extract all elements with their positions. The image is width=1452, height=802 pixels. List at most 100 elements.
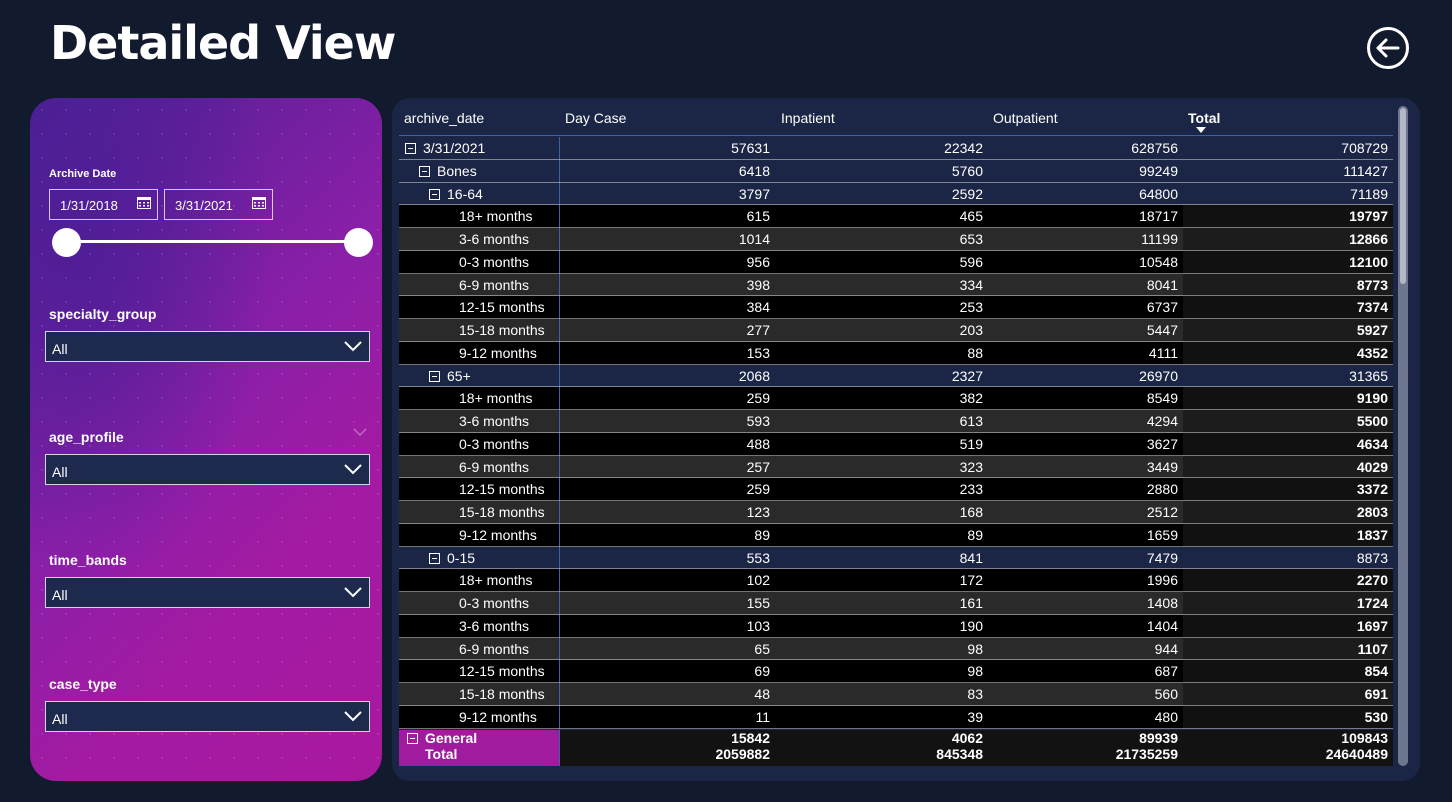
table-row-group[interactable]: 3/31/2021 57631 22342 628756 708729 [399,137,1393,160]
table-row[interactable]: 0-3 months 956 596 10548 12100 [399,250,1393,274]
collapse-icon[interactable] [429,188,440,200]
table-row[interactable]: 12-15 months 384 253 6737 7374 [399,296,1393,319]
day-case-cell: 11 [755,708,770,725]
date-range-end-handle[interactable] [344,228,373,257]
table-row[interactable]: 9-12 months 153 88 4111 4352 [399,341,1393,365]
sort-descending-icon[interactable] [1196,127,1206,133]
outpatient-cell: 4294 [1146,413,1178,429]
end-date-input[interactable]: 3/31/2021 [164,189,273,220]
table-row-group[interactable]: 16-64 3797 2592 64800 71189 [399,182,1393,206]
collapse-icon[interactable] [407,733,418,744]
total-cell: 2803 [1183,501,1393,524]
column-header-outpatient[interactable]: Outpatient [993,110,1058,126]
column-divider [559,364,560,388]
scrollbar-thumb[interactable] [1400,108,1406,284]
table-row[interactable]: 15-18 months 277 203 5447 5927 [399,319,1393,342]
row-label-cell: 0-15 [399,547,559,570]
day-case-cell: 593 [746,413,770,429]
table-row[interactable]: 3-6 months 1014 653 11199 12866 [399,228,1393,251]
table-row-group[interactable]: 0-15 553 841 7479 8873 [399,546,1393,570]
row-label: 12-15 months [459,663,545,680]
table-row[interactable]: 15-18 months 123 168 2512 2803 [399,501,1393,524]
row-label-cell: 15-18 months [399,501,559,524]
collapse-icon[interactable] [419,165,430,177]
column-divider [559,432,560,456]
table-row[interactable]: 6-9 months 65 98 944 1107 [399,637,1393,661]
day-case-cell: 257 [746,458,770,475]
table-row-partial[interactable]: General 15842 4062 89939 109843 [399,730,1393,745]
table-row[interactable]: 0-3 months 488 519 3627 4634 [399,432,1393,456]
outpatient-cell: 1404 [1146,617,1178,634]
time-bands-dropdown[interactable]: All [45,577,370,608]
day-case-cell: 153 [746,344,770,361]
calendar-icon[interactable] [137,196,151,209]
date-range-start-handle[interactable] [52,228,81,257]
outpatient-cell: 18717 [1139,208,1178,225]
age-profile-dropdown[interactable]: All [45,454,370,485]
column-divider [559,637,560,661]
total-day-case: 2059882 [715,746,770,762]
table-row[interactable]: 9-12 months 11 39 480 530 [399,705,1393,729]
inpatient-cell: 190 [959,617,983,634]
total-cell: 5500 [1183,410,1393,433]
age-profile-value: All [52,464,68,480]
outpatient-cell: 11199 [1141,231,1178,247]
start-date-input[interactable]: 1/31/2018 [49,189,158,220]
outpatient-cell: 1408 [1146,595,1178,611]
row-label-cell: 0-3 months [399,433,559,456]
outpatient-cell: 6737 [1146,299,1178,316]
collapse-chevron-icon[interactable] [353,428,367,437]
archive-date-label: Archive Date [49,168,117,180]
time-bands-value: All [52,587,68,603]
case-type-dropdown[interactable]: All [45,701,370,732]
table-row[interactable]: 18+ months 102 172 1996 2270 [399,569,1393,592]
table-row[interactable]: 6-9 months 257 323 3449 4029 [399,455,1393,479]
calendar-icon[interactable] [252,196,266,209]
column-header-inpatient[interactable]: Inpatient [781,110,835,126]
table-row[interactable]: 18+ months 259 382 8549 9190 [399,387,1393,410]
total-cell: 12866 [1183,228,1393,251]
table-row[interactable]: 18+ months 615 465 18717 19797 [399,205,1393,228]
column-divider [559,501,560,524]
row-label-cell: 15-18 months [399,319,559,342]
column-header-day-case[interactable]: Day Case [565,110,626,126]
total-cell: 4352 [1183,341,1393,365]
partial-inpatient: 4062 [951,730,983,746]
inpatient-cell: 334 [959,276,983,293]
collapse-icon[interactable] [429,370,440,382]
time-bands-label: time_bands [49,552,127,568]
back-arrow-icon[interactable] [1366,26,1410,70]
row-label: Bones [437,162,477,179]
table-row[interactable]: 12-15 months 259 233 2880 3372 [399,478,1393,501]
outpatient-cell: 3627 [1146,435,1178,452]
date-range-slider-track[interactable] [66,240,360,243]
table-row[interactable]: 3-6 months 103 190 1404 1697 [399,614,1393,638]
column-header-total[interactable]: Total [1188,110,1220,126]
column-header-archive-date[interactable]: archive_date [404,110,484,126]
chevron-down-icon [344,587,362,598]
filter-panel: Archive Date 1/31/2018 3/31/2021 special… [30,98,382,781]
table-row-group[interactable]: Bones 6418 5760 99249 111427 [399,159,1393,183]
table-row[interactable]: 6-9 months 398 334 8041 8773 [399,273,1393,297]
row-label: 15-18 months [459,504,545,520]
outpatient-cell: 7479 [1146,549,1178,566]
table-row-group[interactable]: 65+ 2068 2327 26970 31365 [399,364,1393,388]
day-case-cell: 89 [754,526,770,543]
row-label: 18+ months [459,208,533,225]
total-outpatient: 21735259 [1115,746,1178,762]
table-row[interactable]: 0-3 months 155 161 1408 1724 [399,592,1393,615]
collapse-icon[interactable] [405,143,416,154]
column-divider [559,546,560,570]
inpatient-cell: 172 [959,572,983,589]
row-label: 9-12 months [459,708,537,725]
table-row[interactable]: 12-15 months 69 98 687 854 [399,660,1393,683]
table-row[interactable]: 15-18 months 48 83 560 691 [399,683,1393,706]
table-row[interactable]: 3-6 months 593 613 4294 5500 [399,410,1393,433]
row-label-cell: 9-12 months [399,524,559,547]
table-row[interactable]: 9-12 months 89 89 1659 1837 [399,523,1393,547]
specialty-group-dropdown[interactable]: All [45,331,370,362]
column-divider [559,455,560,479]
collapse-icon[interactable] [429,552,440,564]
row-label: 3-6 months [459,413,530,429]
day-case-cell: 1014 [738,231,770,247]
